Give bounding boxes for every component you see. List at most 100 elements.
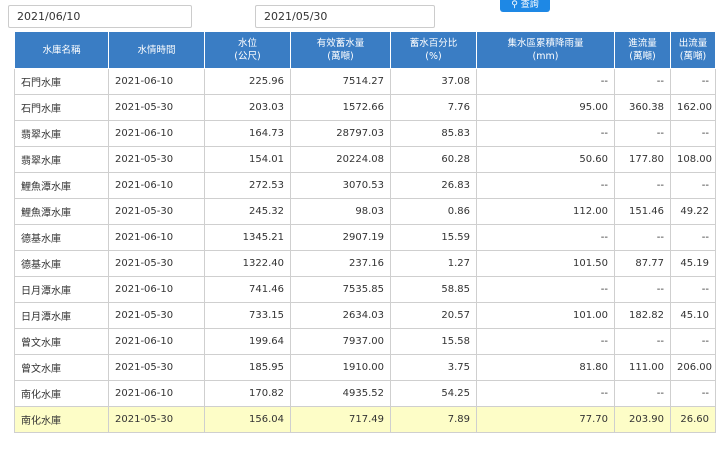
col-percent-cell: 3.75: [390, 354, 477, 381]
col-water-level-header: 水位 (公尺): [204, 31, 291, 69]
col-water-level-cell: 164.73: [204, 120, 291, 147]
table-row: 鯉魚潭水庫 2021-06-10 272.53 3070.53 26.83 -- -- --: [14, 172, 716, 199]
col-percent-cell: 54.25: [390, 380, 477, 407]
col-percent-cell: 1.27: [390, 250, 477, 277]
col-percent-cell: 37.08: [390, 68, 477, 95]
search-button[interactable]: ⚲ 查詢: [500, 0, 550, 12]
col-inflow-cell: --: [614, 276, 671, 303]
col-percent-cell: 15.58: [390, 328, 477, 355]
col-inflow-cell: --: [614, 380, 671, 407]
col-storage-cell: 2907.19: [290, 224, 391, 251]
col-storage-cell: 237.16: [290, 250, 391, 277]
col-inflow-cell: 111.00: [614, 354, 671, 381]
col-storage-cell: 7535.85: [290, 276, 391, 303]
end-date-input[interactable]: [255, 5, 435, 28]
header-label: (萬噸): [679, 51, 707, 62]
header-label: 出流量: [678, 38, 708, 49]
col-percent-cell: 15.59: [390, 224, 477, 251]
col-time-cell: 2021-06-10: [108, 68, 205, 95]
table-row: 曾文水庫 2021-05-30 185.95 1910.00 3.75 81.80 111.…: [14, 354, 716, 381]
header-label: (萬噸): [327, 51, 354, 62]
col-outflow-cell: 45.10: [670, 302, 716, 329]
header-label: 集水區累積降雨量: [507, 38, 584, 49]
table-row: 曾文水庫 2021-06-10 199.64 7937.00 15.58 -- -- --: [14, 328, 716, 355]
col-outflow-cell: --: [670, 172, 716, 199]
col-outflow-header: 出流量 (萬噸): [670, 31, 716, 69]
col-reservoir-name-cell: 德基水庫: [14, 250, 109, 277]
col-water-level-cell: 272.53: [204, 172, 291, 199]
col-rainfall-cell: 112.00: [476, 198, 615, 225]
col-inflow-cell: 151.46: [614, 198, 671, 225]
col-time-cell: 2021-05-30: [108, 146, 205, 173]
col-outflow-cell: --: [670, 224, 716, 251]
col-water-level-cell: 203.03: [204, 94, 291, 121]
table-row: 日月潭水庫 2021-05-30 733.15 2634.03 20.57 101.00 1…: [14, 302, 716, 329]
header-label: 蓄水百分比: [409, 38, 458, 49]
col-water-level-cell: 225.96: [204, 68, 291, 95]
table-row: 南化水庫 2021-05-30 156.04 717.49 7.89 77.70 203.9…: [14, 406, 716, 433]
col-time-cell: 2021-05-30: [108, 94, 205, 121]
col-storage-cell: 28797.03: [290, 120, 391, 147]
col-water-level-cell: 170.82: [204, 380, 291, 407]
header-label: 水情時間: [137, 44, 176, 56]
col-storage-cell: 98.03: [290, 198, 391, 225]
col-rainfall-cell: --: [476, 328, 615, 355]
header-label: (公尺): [234, 51, 261, 62]
col-water-level-cell: 1322.40: [204, 250, 291, 277]
col-storage-cell: 2634.03: [290, 302, 391, 329]
col-reservoir-name-cell: 曾文水庫: [14, 354, 109, 381]
col-rainfall-cell: 77.70: [476, 406, 615, 433]
col-outflow-cell: --: [670, 68, 716, 95]
col-rainfall-cell: --: [476, 224, 615, 251]
col-storage-header: 有效蓄水量 (萬噸): [290, 31, 391, 69]
col-outflow-cell: 206.00: [670, 354, 716, 381]
col-time-cell: 2021-05-30: [108, 250, 205, 277]
col-rainfall-cell: --: [476, 120, 615, 147]
col-percent-cell: 60.28: [390, 146, 477, 173]
col-inflow-cell: 177.80: [614, 146, 671, 173]
table-row: 德基水庫 2021-06-10 1345.21 2907.19 15.59 -- -- --: [14, 224, 716, 251]
col-outflow-cell: --: [670, 380, 716, 407]
col-percent-cell: 20.57: [390, 302, 477, 329]
col-water-level-cell: 185.95: [204, 354, 291, 381]
search-button-label: 查詢: [520, 0, 539, 10]
col-water-level-cell: 741.46: [204, 276, 291, 303]
col-percent-cell: 58.85: [390, 276, 477, 303]
col-percent-cell: 85.83: [390, 120, 477, 147]
table-header-row: 水庫名稱 水情時間 水位 (公尺) 有效蓄水量 (萬噸) 蓄水百分比 (%) 集水區累積降雨量 (…: [14, 31, 716, 69]
col-percent-header: 蓄水百分比 (%): [390, 31, 477, 69]
col-reservoir-name-cell: 南化水庫: [14, 406, 109, 433]
col-storage-cell: 717.49: [290, 406, 391, 433]
header-label: 水庫名稱: [42, 44, 81, 56]
col-time-cell: 2021-06-10: [108, 172, 205, 199]
col-percent-cell: 7.76: [390, 94, 477, 121]
col-reservoir-name-cell: 南化水庫: [14, 380, 109, 407]
col-inflow-cell: --: [614, 68, 671, 95]
col-reservoir-name-cell: 鯉魚潭水庫: [14, 172, 109, 199]
col-reservoir-name-cell: 翡翠水庫: [14, 120, 109, 147]
col-reservoir-name-cell: 曾文水庫: [14, 328, 109, 355]
col-outflow-cell: 26.60: [670, 406, 716, 433]
col-rainfall-cell: 50.60: [476, 146, 615, 173]
col-reservoir-name-cell: 翡翠水庫: [14, 146, 109, 173]
col-water-level-cell: 199.64: [204, 328, 291, 355]
table-row: 翡翠水庫 2021-06-10 164.73 28797.03 85.83 -- -- --: [14, 120, 716, 147]
col-reservoir-name-cell: 日月潭水庫: [14, 302, 109, 329]
col-rainfall-cell: --: [476, 380, 615, 407]
table-row: 日月潭水庫 2021-06-10 741.46 7535.85 58.85 -- -- --: [14, 276, 716, 303]
col-inflow-cell: --: [614, 224, 671, 251]
table-body: 石門水庫 2021-06-10 225.96 7514.27 37.08 -- -- -- 石門…: [14, 68, 716, 433]
col-time-cell: 2021-05-30: [108, 198, 205, 225]
start-date-input[interactable]: [8, 5, 192, 28]
col-inflow-header: 進流量 (萬噸): [614, 31, 671, 69]
table-row: 南化水庫 2021-06-10 170.82 4935.52 54.25 -- -- --: [14, 380, 716, 407]
col-storage-cell: 3070.53: [290, 172, 391, 199]
col-percent-cell: 26.83: [390, 172, 477, 199]
table-row: 翡翠水庫 2021-05-30 154.01 20224.08 60.28 50.60 17…: [14, 146, 716, 173]
col-outflow-cell: 45.19: [670, 250, 716, 277]
col-outflow-cell: --: [670, 276, 716, 303]
col-storage-cell: 1910.00: [290, 354, 391, 381]
col-water-level-cell: 245.32: [204, 198, 291, 225]
col-inflow-cell: --: [614, 172, 671, 199]
col-water-level-cell: 733.15: [204, 302, 291, 329]
